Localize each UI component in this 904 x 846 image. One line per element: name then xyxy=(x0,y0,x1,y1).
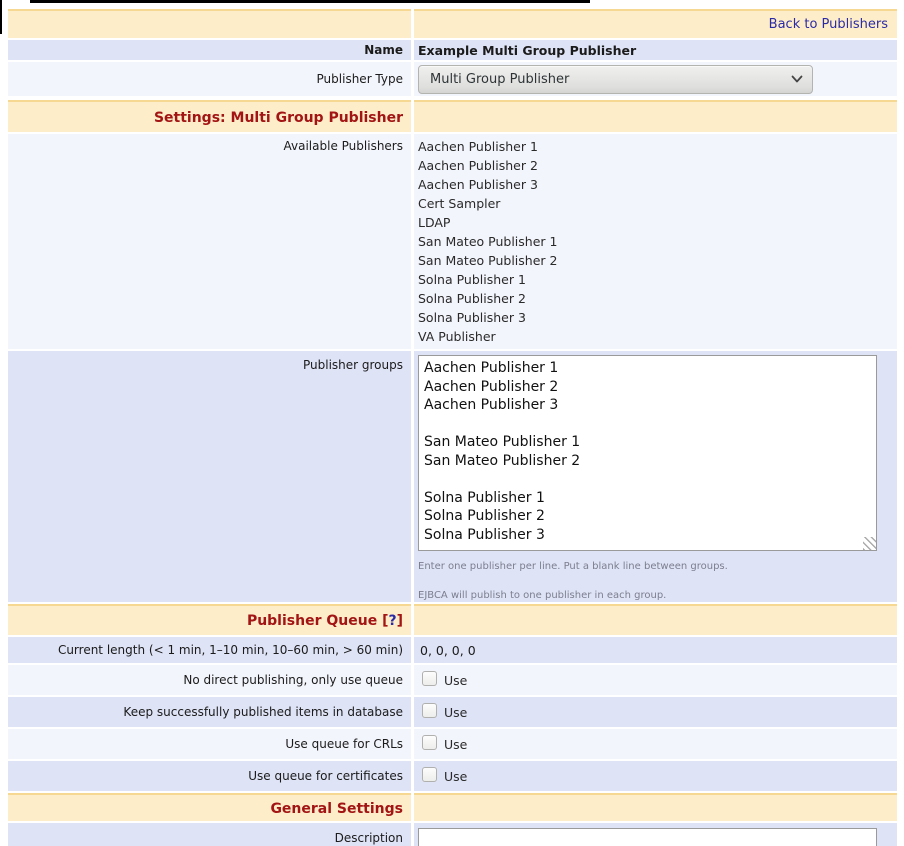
settings-section-header-spacer xyxy=(414,100,897,132)
publisher-queue-header-row: Publisher Queue [?] xyxy=(8,604,897,635)
queue-help-link[interactable]: ? xyxy=(388,613,396,629)
current-length-label: Current length (< 1 min, 1–10 min, 10–60… xyxy=(8,637,411,663)
general-settings-header-spacer xyxy=(414,793,897,821)
publisher-type-cell: Multi Group Publisher xyxy=(414,62,897,96)
publisher-groups-label: Publisher groups xyxy=(8,351,411,602)
top-bar: Back to Publishers xyxy=(8,9,897,38)
use-queue-crls-cell: Use xyxy=(414,729,897,759)
name-label: Name xyxy=(8,40,411,60)
no-direct-publishing-cell: Use xyxy=(414,665,897,695)
publisher-groups-help-1: Enter one publisher per line. Put a blan… xyxy=(418,561,897,572)
use-queue-crls-use-label[interactable]: Use xyxy=(444,737,467,752)
use-queue-certificates-cell: Use xyxy=(414,761,897,791)
available-publishers-cell: Aachen Publisher 1Aachen Publisher 2Aach… xyxy=(414,134,897,349)
use-queue-certificates-use-label[interactable]: Use xyxy=(444,769,467,784)
screenshot-edge-artifact xyxy=(0,0,2,34)
keep-published-items-cell: Use xyxy=(414,697,897,727)
list-item: Aachen Publisher 1 xyxy=(418,137,897,156)
publisher-groups-cell: Aachen Publisher 1 Aachen Publisher 2 Aa… xyxy=(414,351,897,602)
use-queue-certificates-label: Use queue for certificates xyxy=(8,761,411,791)
description-label: Description xyxy=(8,823,411,846)
list-item: Solna Publisher 1 xyxy=(418,270,897,289)
no-direct-publishing-use-label[interactable]: Use xyxy=(444,673,467,688)
keep-published-items-checkbox[interactable] xyxy=(422,703,437,718)
top-bar-right: Back to Publishers xyxy=(414,9,897,38)
no-direct-publishing-checkbox[interactable] xyxy=(422,671,437,686)
back-to-publishers-link[interactable]: Back to Publishers xyxy=(769,17,888,32)
publisher-groups-textarea[interactable]: Aachen Publisher 1 Aachen Publisher 2 Aa… xyxy=(418,355,877,551)
current-length-row: Current length (< 1 min, 1–10 min, 10–60… xyxy=(8,637,897,663)
use-queue-certificates-checkbox[interactable] xyxy=(422,767,437,782)
list-item: Cert Sampler xyxy=(418,194,897,213)
publisher-queue-title: Publisher Queue [?] xyxy=(8,604,411,635)
publisher-form-table: Back to Publishers Name Example Multi Gr… xyxy=(8,9,897,846)
name-row: Name Example Multi Group Publisher xyxy=(8,40,897,60)
list-item: San Mateo Publisher 1 xyxy=(418,232,897,251)
keep-published-items-label: Keep successfully published items in dat… xyxy=(8,697,411,727)
publisher-groups-textarea-wrap: Aachen Publisher 1 Aachen Publisher 2 Aa… xyxy=(418,355,877,551)
resize-grip-icon[interactable] xyxy=(863,537,876,550)
description-row: Description xyxy=(8,823,897,846)
settings-section-title: Settings: Multi Group Publisher xyxy=(8,100,411,132)
publisher-type-select-wrap: Multi Group Publisher xyxy=(418,65,813,94)
publisher-edit-page: Back to Publishers Name Example Multi Gr… xyxy=(0,0,904,846)
description-input[interactable] xyxy=(418,828,877,846)
use-queue-crls-row: Use queue for CRLs Use xyxy=(8,729,897,759)
name-value: Example Multi Group Publisher xyxy=(414,40,897,60)
list-item: Solna Publisher 2 xyxy=(418,289,897,308)
no-direct-publishing-row: No direct publishing, only use queue Use xyxy=(8,665,897,695)
current-length-value: 0, 0, 0, 0 xyxy=(414,637,897,663)
keep-published-items-row: Keep successfully published items in dat… xyxy=(8,697,897,727)
queue-help-bracket-close: ] xyxy=(397,613,403,629)
description-cell xyxy=(414,823,897,846)
use-queue-crls-label: Use queue for CRLs xyxy=(8,729,411,759)
publisher-queue-title-text: Publisher Queue xyxy=(247,613,377,629)
use-queue-certificates-row: Use queue for certificates Use xyxy=(8,761,897,791)
available-publishers-label: Available Publishers xyxy=(8,134,411,349)
list-item: LDAP xyxy=(418,213,897,232)
publisher-type-label: Publisher Type xyxy=(8,62,411,96)
use-queue-crls-checkbox[interactable] xyxy=(422,735,437,750)
publisher-type-row: Publisher Type Multi Group Publisher xyxy=(8,62,897,96)
list-item: VA Publisher xyxy=(418,327,897,346)
available-publishers-row: Available Publishers Aachen Publisher 1A… xyxy=(8,134,897,349)
no-direct-publishing-label: No direct publishing, only use queue xyxy=(8,665,411,695)
top-bar-left xyxy=(8,9,411,38)
list-item: Aachen Publisher 2 xyxy=(418,156,897,175)
publisher-type-select[interactable]: Multi Group Publisher xyxy=(418,65,813,94)
publisher-queue-header-spacer xyxy=(414,604,897,635)
list-item: Solna Publisher 3 xyxy=(418,308,897,327)
publisher-groups-row: Publisher groups Aachen Publisher 1 Aach… xyxy=(8,351,897,602)
general-settings-header-row: General Settings xyxy=(8,793,897,821)
screenshot-edge-artifact xyxy=(30,0,590,3)
publisher-groups-help-2: EJBCA will publish to one publisher in e… xyxy=(418,590,897,601)
general-settings-title: General Settings xyxy=(8,793,411,821)
list-item: Aachen Publisher 3 xyxy=(418,175,897,194)
list-item: San Mateo Publisher 2 xyxy=(418,251,897,270)
keep-published-items-use-label[interactable]: Use xyxy=(444,705,467,720)
available-publishers-list: Aachen Publisher 1Aachen Publisher 2Aach… xyxy=(418,137,897,346)
settings-section-header-row: Settings: Multi Group Publisher xyxy=(8,100,897,132)
